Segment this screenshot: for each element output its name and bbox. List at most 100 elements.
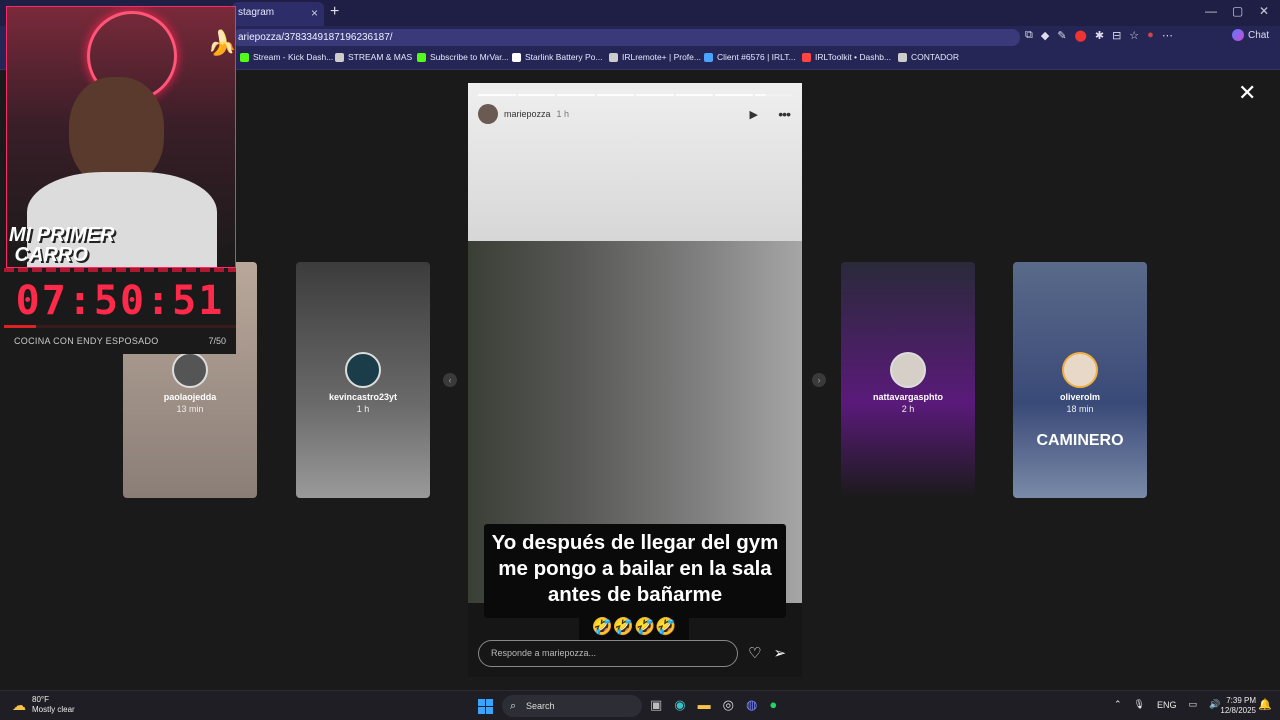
heart-icon[interactable]: ♡ [748, 644, 761, 662]
network-icon[interactable]: ▭ [1189, 699, 1198, 710]
story-header: mariepozza 1 h ▶ ••• [478, 104, 792, 124]
bookmark[interactable]: Starlink Battery Po... [512, 52, 602, 62]
banana-icon: 🍌 [207, 30, 236, 57]
story-username: kevincastro23yt [328, 392, 398, 402]
notifications-icon[interactable]: 🔔 [1258, 698, 1272, 711]
extensions-icon[interactable]: ⧉ [1025, 29, 1033, 42]
bookmark[interactable]: Client #6576 | IRLT... [704, 52, 796, 62]
extension-icon[interactable]: ✎ [1057, 29, 1066, 42]
goal-count: 7/50 [208, 336, 226, 346]
edge-icon[interactable]: ◉ [674, 697, 685, 713]
progress-segment [754, 94, 792, 96]
globe-icon [609, 52, 618, 62]
taskbar-search[interactable]: ⌕ Search [502, 695, 642, 717]
bookmark[interactable]: Subscribe to MrVar... [417, 52, 509, 62]
puzzle-icon[interactable]: ✱ [1095, 29, 1104, 42]
goal-progress-bar [4, 325, 236, 328]
caption-emojis: 🤣🤣🤣🤣 [579, 613, 689, 641]
story-username: nattavargasphto [872, 392, 943, 402]
start-button[interactable] [478, 699, 493, 714]
webcam-overlay: 🍌 MI PRIMER CARRO [6, 6, 236, 268]
copilot-chat-button[interactable]: Chat [1232, 29, 1269, 41]
file-explorer-icon[interactable]: ▬ [698, 697, 711, 713]
story-time: 18 min [1066, 404, 1094, 414]
close-story-icon[interactable]: ✕ [1238, 80, 1256, 106]
more-options-icon[interactable]: ••• [778, 106, 791, 122]
window-close-icon[interactable]: ✕ [1259, 4, 1269, 18]
new-tab-button[interactable]: + [330, 3, 339, 21]
temperature: 80°F [32, 695, 49, 704]
bookmark[interactable]: STREAM & MAS [335, 52, 412, 62]
progress-segment [636, 94, 674, 96]
avatar [345, 352, 381, 388]
progress-segment [675, 94, 713, 96]
progress-segment [596, 94, 634, 96]
story-time: 13 min [176, 404, 204, 414]
address-bar[interactable]: ariepozza/3783349187196236187/ [232, 29, 1020, 46]
progress-segment [557, 94, 595, 96]
active-story[interactable]: mariepozza 1 h ▶ ••• Yo después de llega… [468, 83, 802, 677]
search-icon: ⌕ [510, 700, 517, 712]
avatar [890, 352, 926, 388]
spotify-icon[interactable]: ● [769, 697, 777, 713]
streamer-head [69, 77, 164, 187]
avatar [1062, 352, 1098, 388]
story-preview-card[interactable]: kevincastro23yt 1 h [296, 262, 430, 498]
bookmark-icon [898, 52, 907, 62]
bookmark[interactable]: IRLToolkit • Dashb... [802, 52, 891, 62]
avatar[interactable] [478, 104, 498, 124]
send-icon[interactable]: ➢ [773, 644, 786, 662]
taskbar-apps: ▣ ◉ ▬ ◎ ◍ ● [650, 697, 777, 713]
more-menu-icon[interactable]: ⋯ [1162, 29, 1173, 42]
weather-text: Mostly clear [32, 705, 75, 714]
bookmark[interactable]: CONTADOR [898, 52, 959, 62]
tab-title: stagram [238, 7, 275, 18]
bookmark[interactable]: Stream - Kick Dash... [240, 52, 333, 62]
progress-segment [478, 94, 516, 96]
next-story-icon[interactable]: › [812, 373, 826, 387]
weather-icon: ☁ [12, 697, 26, 713]
task-view-icon[interactable]: ▣ [650, 697, 662, 713]
extension-icon[interactable]: ⬤ [1075, 29, 1087, 42]
progress-segment [517, 94, 555, 96]
favorites-icon[interactable]: ☆ [1129, 29, 1139, 42]
app-icon[interactable]: ◎ [723, 697, 734, 713]
minimize-icon[interactable]: — [1205, 4, 1217, 18]
split-screen-icon[interactable]: ⊟ [1112, 29, 1121, 42]
language-indicator[interactable]: ENG [1157, 700, 1177, 710]
previous-story-icon[interactable]: ‹ [443, 373, 457, 387]
system-tray: ⌃ 🎙 ENG ▭ 🔊 [1114, 699, 1220, 710]
bookmark-icon [512, 52, 521, 62]
maximize-icon[interactable]: ▢ [1232, 4, 1243, 18]
overlay-title: MI PRIMER CARRO [9, 224, 115, 266]
story-username: paolaojedda [163, 392, 217, 402]
reply-input[interactable]: Responde a mariepozza... [478, 640, 738, 667]
story-caption: Yo después de llegar del gym me pongo a … [484, 524, 786, 618]
story-preview-card[interactable]: nattavargasphto 2 h [841, 262, 975, 498]
story-actions: ♡ ➢ [748, 644, 786, 662]
bookmark-icon [802, 52, 811, 62]
screen: stagram × + — ▢ ✕ ariepozza/378334918719… [0, 0, 1280, 720]
show-hidden-icons-icon[interactable]: ⌃ [1114, 699, 1122, 710]
profile-avatar-icon[interactable]: ● [1147, 29, 1154, 42]
extension-icon[interactable]: ◆ [1041, 29, 1049, 42]
browser-tab[interactable]: stagram × [232, 2, 324, 26]
discord-icon[interactable]: ◍ [746, 697, 757, 713]
bookmark[interactable]: IRLremote+ | Profe... [609, 52, 701, 62]
microphone-icon[interactable]: 🎙 [1134, 699, 1145, 710]
story-time: 1 h [556, 109, 570, 119]
taskbar-clock[interactable]: 7:39 PM 12/8/2025 [1218, 696, 1256, 716]
weather-widget[interactable]: ☁ 80°F Mostly clear [12, 695, 75, 715]
progress-segment [715, 94, 753, 96]
close-tab-icon[interactable]: × [311, 2, 318, 24]
story-preview-text: CAMINERO [1036, 432, 1124, 449]
timer-stripe [4, 268, 236, 272]
subathon-timer: 07:50:51 COCINA CON ENDY ESPOSADO 7/50 [4, 268, 236, 354]
story-username[interactable]: mariepozza [504, 109, 551, 119]
story-preview-card[interactable]: oliverolm 18 min CAMINERO [1013, 262, 1147, 498]
story-time: 1 h [356, 404, 370, 414]
avatar [172, 352, 208, 388]
windows-taskbar: ☁ 80°F Mostly clear ⌕ Search ▣ ◉ ▬ ◎ ◍ ● ⌃… [0, 690, 1280, 720]
play-icon[interactable]: ▶ [750, 108, 758, 121]
copilot-icon [1232, 29, 1244, 41]
